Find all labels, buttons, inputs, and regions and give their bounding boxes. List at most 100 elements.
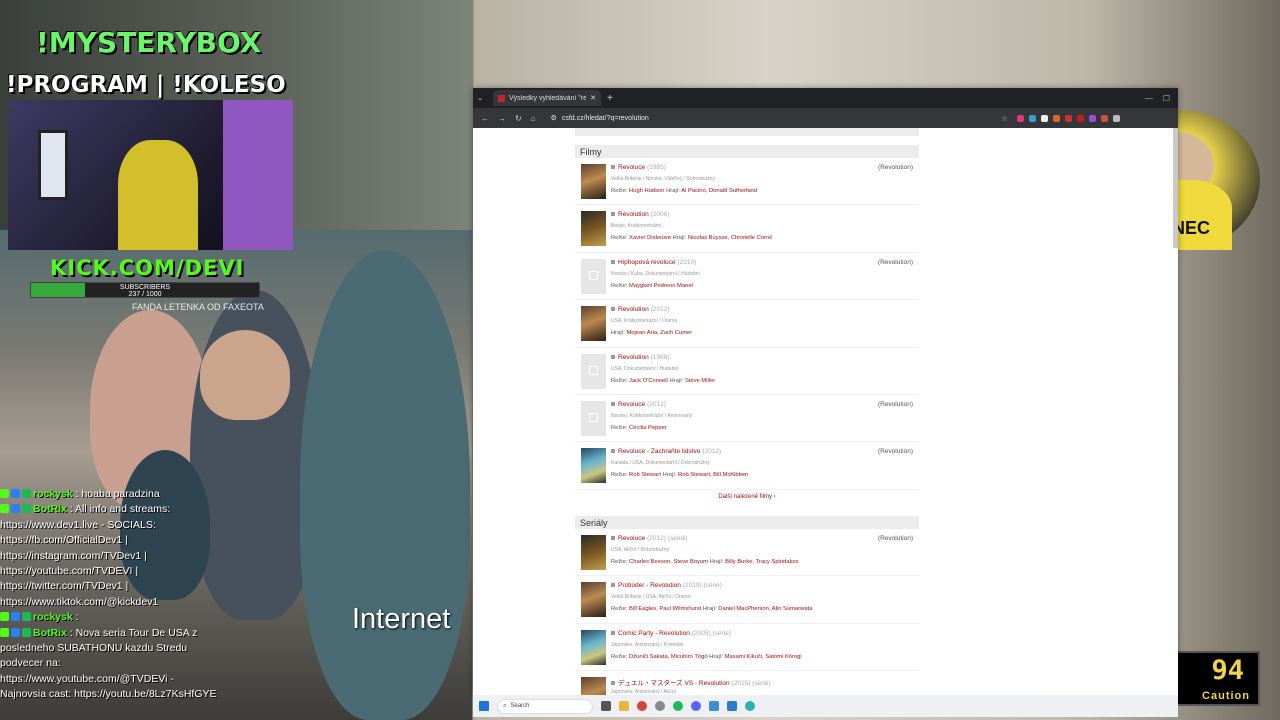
credit-label: Režie: bbox=[611, 606, 630, 613]
maximize-icon[interactable]: ☐ bbox=[1163, 94, 1170, 103]
credit-names-link[interactable]: Nicolas Buysse, Christelle Cornil bbox=[688, 235, 772, 241]
original-title: (Revolution) bbox=[877, 258, 913, 266]
edge-icon[interactable] bbox=[745, 701, 755, 711]
credit-names-link[interactable]: Daniel MacPherson, Alin Sumarwata bbox=[718, 606, 812, 612]
close-tab-icon[interactable]: ✕ bbox=[590, 94, 596, 102]
address-bar[interactable]: ⚙ csfd.cz/hledat/?q=revolution bbox=[545, 111, 992, 125]
overlay-caption: Internet bbox=[352, 603, 451, 635]
chat-line: BotRix : Nova seria Tour De USA z bbox=[0, 626, 250, 641]
extension-icon[interactable] bbox=[1017, 114, 1024, 122]
result-title-link[interactable]: Revoluce bbox=[618, 401, 645, 408]
app-icon[interactable] bbox=[655, 701, 665, 711]
result-title-link[interactable]: Protiúder - Revolution bbox=[618, 582, 681, 589]
poster-thumbnail[interactable] bbox=[581, 306, 606, 342]
result-year: (2010) bbox=[677, 258, 697, 266]
poster-thumbnail[interactable] bbox=[581, 582, 606, 618]
chat-message: https://instagram.com/TVDev1 | bbox=[0, 549, 147, 562]
result-credits: Režie: Cécilia Pepper bbox=[611, 425, 667, 431]
tab-title: Výsledky vyhledávání "revolut... bbox=[509, 94, 587, 102]
chat-overlay: rockysk : hoaba paradzina BotRix : All in… bbox=[0, 487, 250, 703]
bookmark-star-icon[interactable]: ☆ bbox=[1001, 114, 1008, 123]
extension-icon[interactable] bbox=[1089, 114, 1096, 122]
result-title-link[interactable]: Hiphopová revoluce bbox=[618, 259, 675, 266]
result-row: デュエル・マスターズ VS - Revolution (2015) (série)… bbox=[575, 671, 919, 695]
credit-names-link[interactable]: Rob Stewart, Bill McKibben bbox=[678, 472, 748, 478]
vscode-icon[interactable] bbox=[727, 701, 737, 711]
spotify-icon[interactable] bbox=[673, 701, 683, 711]
credit-names-link[interactable]: Cécilia Pepper bbox=[629, 425, 667, 431]
poster-thumbnail[interactable] bbox=[581, 534, 606, 570]
result-title-link[interactable]: Revoluce bbox=[618, 535, 645, 542]
subscriber-label: SUBSCRIBERS bbox=[119, 284, 171, 291]
type-square-icon bbox=[611, 307, 615, 312]
credit-label: Hrají: bbox=[667, 377, 685, 384]
original-title: (Revolution) bbox=[877, 448, 913, 456]
site-info-icon[interactable]: ⚙ bbox=[551, 114, 557, 122]
credit-names-link[interactable]: Mojean Aria, Zach Cumer bbox=[626, 330, 692, 336]
credit-names-link[interactable]: Bill Eagles, Paul Wilmshurst bbox=[629, 606, 701, 612]
result-title-link[interactable]: Revolution bbox=[618, 354, 649, 361]
extension-icon[interactable] bbox=[1077, 114, 1084, 122]
reload-icon[interactable]: ↻ bbox=[515, 114, 522, 123]
credit-names-link[interactable]: Džuniči Sakata, Micuhiro Tógó bbox=[629, 654, 708, 660]
taskbar-search[interactable]: ⌕ Search bbox=[497, 698, 593, 714]
chat-badge-icon bbox=[0, 489, 9, 498]
credit-label: Režie: bbox=[611, 188, 630, 194]
puzzle-icon[interactable] bbox=[1113, 114, 1120, 122]
poster-thumbnail[interactable] bbox=[581, 211, 606, 247]
credit-names-link[interactable]: Xavier Diskeuve bbox=[629, 235, 671, 241]
poster-thumbnail[interactable] bbox=[581, 676, 606, 695]
result-title-link[interactable]: デュエル・マスターズ VS - Revolution bbox=[618, 680, 730, 687]
result-credits: Hrají: Mojean Aria, Zach Cumer bbox=[611, 330, 692, 336]
new-tab-icon[interactable]: + bbox=[607, 93, 613, 104]
credit-names-link[interactable]: Charles Beeson, Steve Boyum bbox=[629, 559, 708, 565]
credit-names-link[interactable]: Masami Kikuči, Satomi Kórogi bbox=[725, 654, 802, 660]
back-icon[interactable]: ← bbox=[481, 114, 489, 123]
chat-message: Najnovsia cast: https://youtu.be/8Lz7KsH… bbox=[0, 688, 217, 701]
scrollbar[interactable] bbox=[1173, 128, 1178, 248]
result-year: (2012) bbox=[702, 448, 722, 456]
result-title-link[interactable]: Comic Party - Revolution bbox=[618, 630, 690, 637]
task-view-icon[interactable] bbox=[601, 701, 611, 711]
extension-icon[interactable] bbox=[1065, 114, 1072, 122]
credit-names-link[interactable]: Rob Stewart bbox=[629, 472, 661, 478]
minimize-icon[interactable]: — bbox=[1145, 94, 1153, 103]
poster-placeholder-icon[interactable] bbox=[581, 258, 606, 294]
result-title-link[interactable]: Revoluce - Zachraňte lidstvo bbox=[618, 448, 700, 455]
credit-names-link[interactable]: Hugh Hudson bbox=[629, 188, 664, 194]
result-year: (2012) (seriál) bbox=[647, 534, 688, 542]
result-row: Hiphopová revoluce (2010) (Revolution) Nors… bbox=[575, 253, 919, 301]
credit-names-link[interactable]: Billy Burke, Tracy Spiridakos bbox=[725, 559, 798, 565]
chrome-icon[interactable] bbox=[637, 701, 647, 711]
result-title-link[interactable]: Révolution bbox=[618, 211, 649, 218]
discord-icon[interactable] bbox=[691, 701, 701, 711]
poster-thumbnail[interactable] bbox=[581, 629, 606, 665]
extension-icon[interactable] bbox=[1053, 114, 1060, 122]
notepad-icon[interactable] bbox=[709, 701, 719, 711]
result-title-link[interactable]: Revolution bbox=[618, 306, 649, 313]
credit-label: Hrají: bbox=[707, 653, 725, 660]
chat-line: https://youtube.com/TVDEVI | bbox=[0, 564, 250, 579]
credit-names-link[interactable]: Jack O'Connell bbox=[629, 378, 668, 384]
start-icon[interactable] bbox=[479, 701, 489, 711]
tab-search-results[interactable]: Výsledky vyhledávání "revolut... ✕ bbox=[493, 90, 601, 106]
result-title-link[interactable]: Revoluce bbox=[618, 164, 645, 171]
extension-icon[interactable] bbox=[1029, 114, 1036, 122]
poster-thumbnail[interactable] bbox=[581, 448, 606, 484]
result-year: (1968) bbox=[650, 353, 670, 361]
file-explorer-icon[interactable] bbox=[619, 701, 629, 711]
result-credits: Režie: Xavier Diskeuve Hrají: Nicolas Bu… bbox=[611, 235, 772, 241]
poster-thumbnail[interactable] bbox=[581, 164, 606, 199]
credit-names-link[interactable]: Al Pacino, Donald Sutherland bbox=[681, 188, 757, 194]
home-icon[interactable]: ⌂ bbox=[531, 114, 536, 123]
more-films-link[interactable]: Další nalezené filmy › bbox=[575, 490, 919, 507]
extension-icon[interactable] bbox=[1101, 114, 1108, 122]
credit-names-link[interactable]: Maygkell Pedreon Manel bbox=[629, 283, 693, 289]
tab-list-chevron-icon[interactable]: ⌄ bbox=[473, 94, 487, 102]
credit-label: Hrají: bbox=[708, 558, 726, 565]
credit-names-link[interactable]: Steve Miller bbox=[685, 378, 715, 384]
forward-icon[interactable]: → bbox=[498, 114, 506, 123]
poster-placeholder-icon[interactable] bbox=[581, 353, 606, 389]
poster-placeholder-icon[interactable] bbox=[581, 400, 606, 436]
extension-icon[interactable] bbox=[1041, 114, 1048, 122]
